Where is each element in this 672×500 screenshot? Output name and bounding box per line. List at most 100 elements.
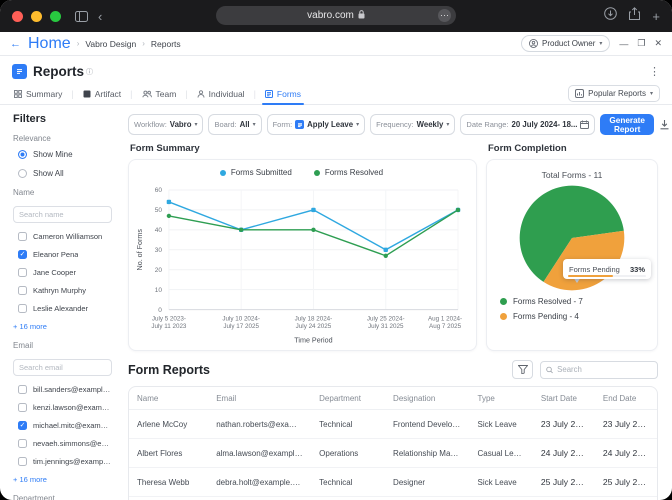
downloads-icon[interactable] bbox=[604, 7, 618, 25]
form-reports-section: Form Reports Name bbox=[128, 360, 658, 500]
svg-text:40: 40 bbox=[155, 227, 163, 234]
kebab-menu-icon[interactable]: ⋮ bbox=[649, 65, 660, 78]
form-dropdown[interactable]: Form: Apply Leave ▾ bbox=[266, 114, 366, 135]
table-filter-button[interactable] bbox=[512, 360, 533, 379]
date-range-picker[interactable]: Date Range: 20 July 2024- 18... bbox=[460, 114, 596, 135]
pie-legend: Forms Resolved - 7 Forms Pending - 4 bbox=[500, 297, 657, 321]
tab-individual[interactable]: Individual bbox=[188, 83, 254, 104]
email-filter-option[interactable]: bill.sanders@example.com bbox=[18, 385, 112, 394]
search-name-input[interactable] bbox=[13, 206, 112, 223]
name-filter-option[interactable]: Leslie Alexander bbox=[18, 304, 112, 313]
minimize-window-button[interactable] bbox=[31, 10, 42, 22]
total-forms-label: Total Forms - 11 bbox=[541, 170, 603, 180]
main-panel: Workflow: Vabro ▾ Board: All ▾ Form: App… bbox=[120, 105, 672, 500]
name-filter-option[interactable]: Jane Cooper bbox=[18, 268, 112, 277]
workflow-dropdown[interactable]: Workflow: Vabro ▾ bbox=[128, 114, 204, 135]
legend-forms-resolved[interactable]: Forms Resolved - 7 bbox=[500, 297, 657, 306]
chevron-down-icon: ▾ bbox=[252, 122, 256, 128]
table-search-input[interactable] bbox=[557, 365, 652, 374]
radio-show-all[interactable]: Show All bbox=[18, 169, 112, 178]
name-filter-option[interactable]: Cameron Williamson bbox=[18, 232, 112, 241]
tab-label: Artifact bbox=[94, 88, 122, 99]
svg-text:20: 20 bbox=[155, 267, 163, 274]
name-filter-option[interactable]: Eleanor Pena bbox=[18, 250, 112, 259]
popular-reports-label: Popular Reports bbox=[588, 89, 646, 98]
breadcrumb-separator: › bbox=[142, 39, 145, 48]
team-icon bbox=[141, 90, 152, 98]
tab-label: Team bbox=[155, 88, 177, 99]
col-end-date[interactable]: End Date bbox=[594, 387, 657, 410]
email-filter-option[interactable]: kenzi.lawson@example.c... bbox=[18, 403, 112, 412]
filter-icon bbox=[517, 365, 528, 374]
table-row[interactable]: Cameron Williamsonjessica.hanson@example… bbox=[129, 496, 657, 500]
close-icon[interactable]: ✕ bbox=[654, 38, 662, 49]
table-row[interactable]: Theresa Webb debra.holt@example.com Techni… bbox=[129, 467, 657, 497]
svg-text:July 18 2024-July 24 2025: July 18 2024-July 24 2025 bbox=[295, 316, 333, 330]
download-report-icon[interactable] bbox=[659, 119, 670, 130]
svg-text:Aug 1 2024-Aug 7 2025: Aug 1 2024-Aug 7 2025 bbox=[428, 316, 462, 330]
col-start-date[interactable]: Start Date bbox=[532, 387, 595, 410]
svg-text:30: 30 bbox=[155, 247, 163, 254]
table-row[interactable]: Arlene McCoynathan.roberts@example.comTe… bbox=[129, 409, 657, 439]
svg-text:10: 10 bbox=[155, 287, 163, 294]
email-filter-option[interactable]: michael.mitc@example.co... bbox=[18, 421, 112, 430]
lock-icon bbox=[358, 9, 365, 22]
tab-team[interactable]: Team bbox=[133, 83, 186, 104]
svg-text:July 25 2024-July 31 2025: July 25 2024-July 31 2025 bbox=[367, 316, 405, 330]
search-email-input[interactable] bbox=[13, 359, 112, 376]
user-role-dropdown[interactable]: Product Owner ▾ bbox=[521, 35, 611, 52]
legend-forms-submitted[interactable]: Forms Submitted bbox=[219, 168, 292, 177]
legend-forms-resolved[interactable]: Forms Resolved bbox=[313, 168, 383, 177]
name-filter-option[interactable]: Kathryn Murphy bbox=[18, 286, 112, 295]
popular-reports-dropdown[interactable]: Popular Reports ▾ bbox=[568, 85, 660, 102]
minimize-icon[interactable]: — bbox=[619, 39, 628, 49]
report-controls: Workflow: Vabro ▾ Board: All ▾ Form: App… bbox=[128, 114, 669, 135]
share-icon[interactable] bbox=[629, 7, 641, 25]
col-email[interactable]: Email bbox=[208, 387, 312, 410]
user-role-label: Product Owner bbox=[542, 39, 596, 48]
back-button[interactable]: ‹ bbox=[98, 9, 102, 24]
board-dropdown[interactable]: Board: All ▾ bbox=[208, 114, 262, 135]
checkbox-icon bbox=[18, 403, 27, 412]
legend-forms-pending[interactable]: Forms Pending - 4 bbox=[500, 312, 657, 321]
legend-dot bbox=[219, 169, 226, 176]
col-name[interactable]: Name bbox=[129, 387, 209, 410]
email-filter-option[interactable]: nevaeh.simmons@exampl... bbox=[18, 439, 112, 448]
zoom-window-button[interactable] bbox=[50, 10, 61, 22]
email-more-link[interactable]: + 16 more bbox=[13, 475, 112, 484]
table-search[interactable] bbox=[540, 360, 658, 379]
tab-summary[interactable]: Summary bbox=[12, 83, 71, 104]
radio-show-mine[interactable]: Show Mine bbox=[18, 150, 112, 159]
checkbox-icon bbox=[18, 304, 27, 313]
grid-icon bbox=[14, 89, 22, 98]
col-department[interactable]: Department bbox=[311, 387, 386, 410]
url-bar[interactable]: vabro.com ⋯ bbox=[216, 6, 456, 25]
breadcrumb-home[interactable]: Home bbox=[28, 35, 71, 53]
chevron-down-icon: ▾ bbox=[599, 41, 603, 47]
name-more-link[interactable]: + 16 more bbox=[13, 322, 112, 331]
page-options-icon[interactable]: ⋯ bbox=[438, 9, 451, 22]
tab-artifact[interactable]: Artifact bbox=[74, 83, 130, 104]
breadcrumb-row: ← Home › Vabro Design › Reports Product … bbox=[0, 32, 672, 56]
traffic-lights bbox=[12, 10, 61, 22]
col-type[interactable]: Type bbox=[469, 387, 533, 410]
legend-dot bbox=[500, 313, 507, 320]
restore-icon[interactable]: ❐ bbox=[637, 38, 645, 49]
table-row[interactable]: Albert Flores alma.lawson@example.com Oper… bbox=[129, 438, 657, 468]
email-filter-option[interactable]: tim.jennings@example.com bbox=[18, 457, 112, 466]
sidebar-toggle-icon[interactable] bbox=[75, 10, 88, 22]
svg-text:60: 60 bbox=[155, 187, 163, 194]
line-chart[interactable]: 0 10 20 30 40 50 60 July 5 2023-July 11 2023 Jul… bbox=[133, 178, 470, 347]
back-arrow[interactable]: ← bbox=[10, 38, 21, 50]
svg-text:No. of Forms: No. of Forms bbox=[136, 229, 144, 271]
table-header-row: Name Email Department Designation Type S… bbox=[129, 387, 657, 410]
tab-forms[interactable]: Forms bbox=[256, 83, 310, 105]
breadcrumb-project[interactable]: Vabro Design bbox=[85, 39, 136, 49]
close-window-button[interactable] bbox=[12, 10, 23, 22]
checkbox-icon bbox=[18, 286, 27, 295]
new-tab-icon[interactable]: + bbox=[652, 9, 660, 24]
generate-report-button[interactable]: Generate Report bbox=[600, 114, 654, 135]
col-designation[interactable]: Designation bbox=[385, 387, 470, 410]
info-icon[interactable]: ⓘ bbox=[86, 67, 93, 77]
frequency-dropdown[interactable]: Frequency: Weekly ▾ bbox=[370, 114, 456, 135]
